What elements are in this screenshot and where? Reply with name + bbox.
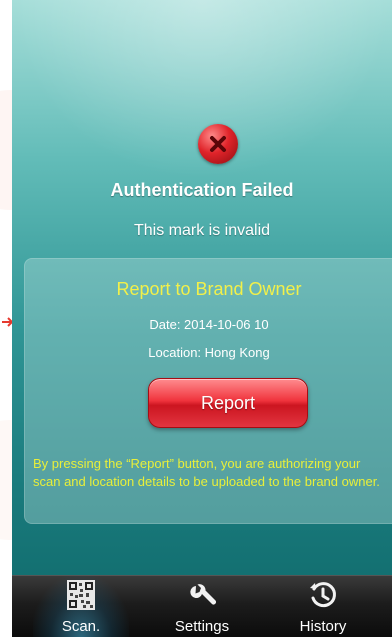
error-x-icon <box>198 124 238 164</box>
scan-location: Location: Hong Kong <box>148 345 270 360</box>
qr-code-icon <box>67 580 95 610</box>
wrench-icon <box>190 584 216 605</box>
tab-history-label: History <box>299 618 347 635</box>
history-clock-icon <box>310 582 336 608</box>
report-panel: Report to Brand Owner Date: 2014-10-06 1… <box>24 258 392 524</box>
app-screen: Authentication Failed This mark is inval… <box>12 0 392 637</box>
scan-date: Date: 2014-10-06 10 <box>149 317 269 332</box>
tab-scan[interactable]: Scan. <box>33 576 129 637</box>
report-notice: By pressing the “Report” button, you are… <box>33 456 380 489</box>
status-title: Authentication Failed <box>110 180 294 200</box>
report-button[interactable]: Report <box>148 378 308 428</box>
tab-settings[interactable]: Settings <box>154 576 250 637</box>
tab-settings-label: Settings <box>174 618 230 635</box>
tab-bar: Scan. Settings History <box>12 575 392 637</box>
tab-history[interactable]: History <box>275 576 371 637</box>
status-message: This mark is invalid <box>133 222 271 239</box>
tab-scan-label: Scan. <box>61 618 101 635</box>
report-panel-title: Report to Brand Owner <box>116 279 302 299</box>
